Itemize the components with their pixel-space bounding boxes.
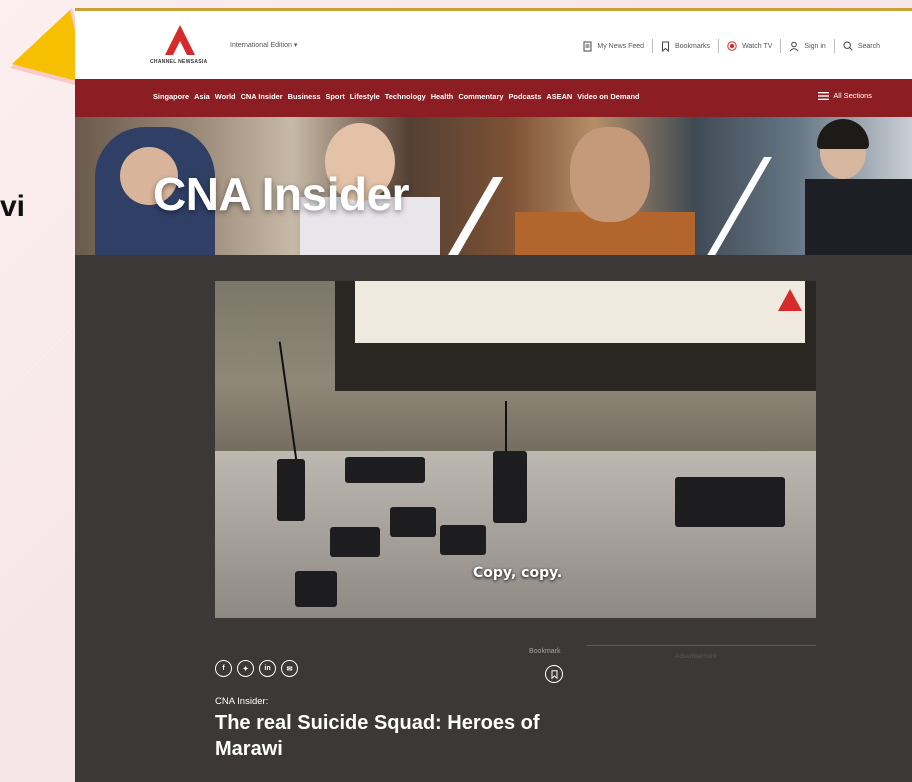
all-sections-button[interactable]: All Sections bbox=[818, 91, 872, 100]
cna-logo[interactable]: CHANNEL NEWSASIA bbox=[150, 23, 210, 69]
radio-base-unit bbox=[675, 477, 785, 527]
hero-photo-elder-face bbox=[570, 127, 650, 222]
twitter-icon[interactable]: ✦ bbox=[237, 660, 254, 677]
live-icon bbox=[727, 41, 737, 51]
hero-banner: CNA Insider bbox=[75, 117, 912, 255]
user-icon bbox=[790, 41, 799, 51]
nav-item-business[interactable]: Business bbox=[288, 92, 321, 101]
advertisement-label: Advertisement bbox=[675, 653, 717, 660]
divider bbox=[718, 39, 720, 53]
video-subtitle: Copy, copy. bbox=[473, 565, 563, 581]
hamburger-menu-icon bbox=[818, 91, 830, 100]
main-nav: Singapore Asia World CNA Insider Busines… bbox=[75, 79, 912, 117]
bookmark-icon bbox=[662, 41, 670, 52]
radio-antenna bbox=[278, 341, 298, 461]
bookmarks-link[interactable]: Bookmarks bbox=[661, 41, 710, 52]
browser-page: CHANNEL NEWSASIA International Edition ▾… bbox=[75, 8, 912, 782]
share-bar: f ✦ in ✉ bbox=[215, 660, 298, 677]
nav-item-asean[interactable]: ASEAN bbox=[546, 92, 572, 101]
search-label: Search bbox=[857, 42, 880, 50]
cna-watermark-icon bbox=[778, 289, 802, 311]
hero-divider-stripe bbox=[706, 157, 772, 255]
advertisement-divider bbox=[587, 645, 816, 646]
facebook-icon[interactable]: f bbox=[215, 660, 232, 677]
sign-in-link[interactable]: Sign in bbox=[789, 41, 826, 52]
nav-item-asia[interactable]: Asia bbox=[194, 92, 210, 101]
my-news-feed-label: My News Feed bbox=[597, 42, 645, 50]
site-header: CHANNEL NEWSASIA International Edition ▾… bbox=[75, 8, 912, 79]
hero-photo-woman-hair bbox=[817, 119, 869, 149]
nav-item-video-on-demand[interactable]: Video on Demand bbox=[577, 92, 639, 101]
radio bbox=[277, 459, 305, 521]
bookmark-icon bbox=[551, 669, 557, 679]
edition-label: International Edition bbox=[230, 42, 292, 49]
nav-item-health[interactable]: Health bbox=[431, 92, 454, 101]
cna-logo-mark-icon bbox=[165, 25, 195, 55]
email-icon[interactable]: ✉ bbox=[281, 660, 298, 677]
my-news-feed-link[interactable]: My News Feed bbox=[583, 41, 644, 52]
bookmark-button[interactable] bbox=[545, 665, 563, 683]
nav-item-world[interactable]: World bbox=[215, 92, 236, 101]
nav-item-podcasts[interactable]: Podcasts bbox=[509, 92, 542, 101]
nav-item-lifestyle[interactable]: Lifestyle bbox=[350, 92, 380, 101]
nav-item-singapore[interactable]: Singapore bbox=[153, 92, 189, 101]
nav-item-commentary[interactable]: Commentary bbox=[458, 92, 503, 101]
linkedin-icon[interactable]: in bbox=[259, 660, 276, 677]
radio-charger bbox=[440, 525, 486, 555]
video-player[interactable]: Copy, copy. bbox=[215, 281, 816, 618]
newsfeed-icon bbox=[583, 41, 592, 51]
search-icon bbox=[843, 41, 853, 51]
chevron-down-icon: ▾ bbox=[293, 42, 298, 49]
header-actions: My News Feed Bookmarks Watch TV Sign in … bbox=[583, 39, 880, 53]
watch-tv-label: Watch TV bbox=[742, 42, 773, 50]
radio bbox=[493, 451, 527, 523]
radio-charger bbox=[295, 571, 337, 607]
nav-item-technology[interactable]: Technology bbox=[385, 92, 426, 101]
sign-in-label: Sign in bbox=[804, 42, 826, 50]
article-kicker: CNA Insider: bbox=[215, 696, 269, 707]
edition-selector[interactable]: International Edition ▾ bbox=[230, 41, 297, 49]
nav-item-cna-insider[interactable]: CNA Insider bbox=[241, 92, 283, 101]
divider bbox=[780, 39, 782, 53]
nav-links: Singapore Asia World CNA Insider Busines… bbox=[153, 92, 640, 101]
all-sections-label: All Sections bbox=[833, 91, 872, 100]
search-button[interactable]: Search bbox=[843, 41, 880, 51]
divider bbox=[833, 39, 835, 53]
divider bbox=[652, 39, 654, 53]
watch-tv-link[interactable]: Watch TV bbox=[727, 41, 772, 51]
bookmarks-label: Bookmarks bbox=[675, 42, 711, 50]
logo-text: CHANNEL NEWSASIA bbox=[150, 59, 208, 65]
hero-photo-woman-body bbox=[805, 179, 912, 255]
video-window-glass bbox=[355, 281, 805, 343]
nav-item-sport[interactable]: Sport bbox=[325, 92, 344, 101]
radio bbox=[345, 457, 425, 483]
radio-charger bbox=[330, 527, 380, 557]
radio-charger bbox=[390, 507, 436, 537]
bookmark-label: Bookmark bbox=[529, 648, 561, 655]
article-headline: The real Suicide Squad: Heroes of Marawi bbox=[215, 712, 540, 760]
slide-fragment-text: vi bbox=[0, 190, 26, 223]
hero-divider-stripe bbox=[446, 177, 504, 255]
hero-title: CNA Insider bbox=[153, 168, 410, 220]
